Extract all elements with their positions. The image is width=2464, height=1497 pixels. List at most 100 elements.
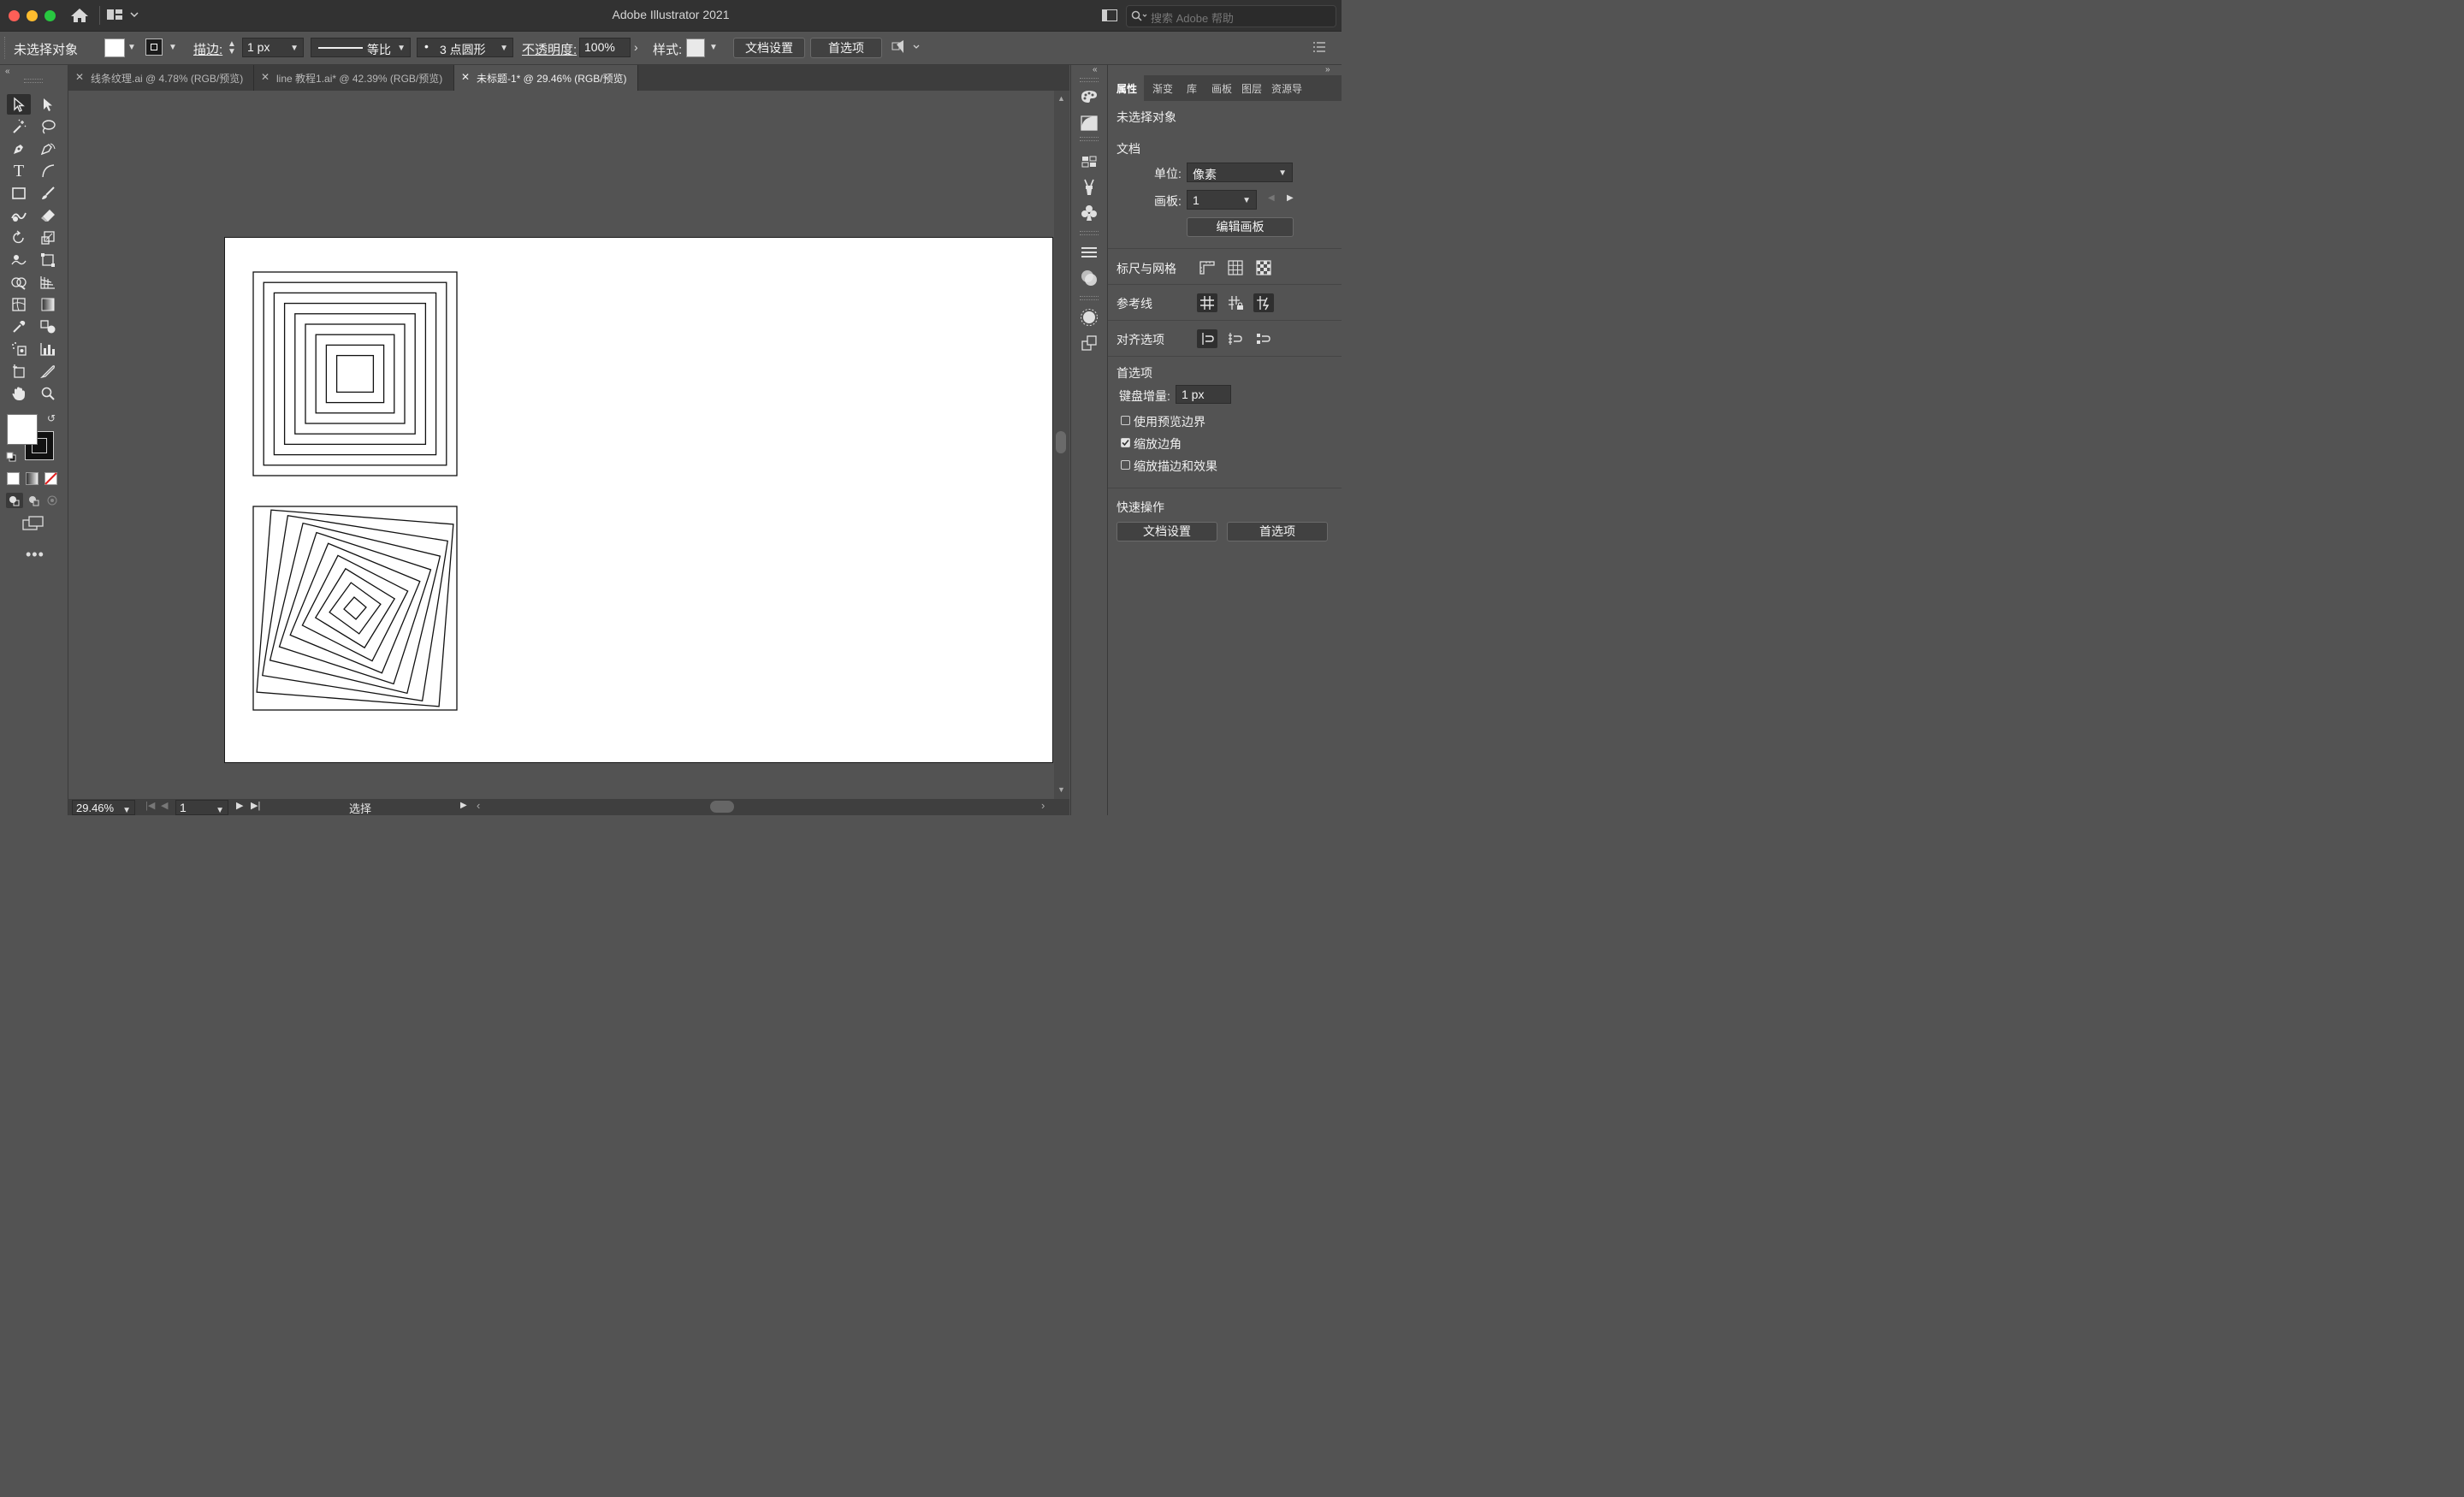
edit-artboards-button[interactable]: 编辑画板 bbox=[1187, 217, 1294, 237]
direct-selection-tool-icon[interactable] bbox=[36, 94, 60, 115]
gradient-tool-icon[interactable] bbox=[36, 294, 60, 315]
slice-tool-icon[interactable] bbox=[36, 361, 60, 382]
eraser-tool-icon[interactable] bbox=[36, 205, 60, 226]
lasso-tool-icon[interactable] bbox=[36, 116, 60, 137]
grip-handle[interactable] bbox=[24, 79, 43, 83]
none-mode-icon[interactable] bbox=[44, 472, 57, 488]
ruler-icon[interactable] bbox=[1197, 258, 1217, 277]
selection-tool-icon[interactable] bbox=[7, 94, 31, 115]
use-preview-bounds-checkbox[interactable] bbox=[1121, 416, 1130, 425]
scroll-left-icon[interactable]: ‹ bbox=[477, 799, 480, 812]
scale-corners-checkbox[interactable] bbox=[1121, 438, 1130, 447]
collapse-panel-icon[interactable]: » bbox=[1325, 65, 1330, 74]
artboard[interactable] bbox=[224, 237, 1053, 763]
chevron-right-icon[interactable]: › bbox=[634, 40, 638, 54]
smart-guides-icon[interactable] bbox=[1253, 293, 1274, 312]
artboard-dropdown[interactable]: 1 ▼ bbox=[1187, 190, 1257, 210]
stroke-label[interactable]: 描边: bbox=[193, 40, 222, 58]
stroke-profile-dropdown[interactable]: 等比 ▼ bbox=[311, 38, 411, 57]
arc-tool-icon[interactable] bbox=[36, 161, 60, 181]
transparency-grid-icon[interactable] bbox=[1253, 258, 1274, 277]
next-artboard-icon[interactable]: ▶ bbox=[1287, 193, 1294, 203]
panel-toggle-icon[interactable] bbox=[1102, 9, 1117, 24]
arrange-icon[interactable] bbox=[891, 39, 922, 57]
opacity-label[interactable]: 不透明度: bbox=[522, 40, 577, 58]
swatches-icon[interactable] bbox=[1080, 154, 1099, 172]
perspective-grid-tool-icon[interactable] bbox=[36, 272, 60, 293]
tab-artboards[interactable]: 画板 bbox=[1211, 81, 1232, 96]
tab-libraries[interactable]: 库 bbox=[1187, 81, 1197, 96]
scale-strokes-effects-checkbox[interactable] bbox=[1121, 460, 1130, 470]
scrollbar-thumb[interactable] bbox=[1056, 431, 1066, 453]
warp-tool-icon[interactable] bbox=[7, 250, 31, 270]
grip-handle[interactable] bbox=[4, 37, 8, 59]
vertical-scrollbar[interactable]: ▲ ▼ bbox=[1054, 91, 1069, 799]
panel-menu-icon[interactable] bbox=[1313, 42, 1325, 55]
artboards-panel-icon[interactable] bbox=[1080, 334, 1099, 355]
column-graph-tool-icon[interactable] bbox=[36, 339, 60, 359]
close-tab-icon[interactable]: ✕ bbox=[261, 71, 270, 83]
shape-builder-tool-icon[interactable] bbox=[7, 272, 31, 293]
scroll-up-icon[interactable]: ▲ bbox=[1057, 94, 1065, 103]
chevron-down-icon[interactable]: ▼ bbox=[127, 43, 136, 52]
paintbrush-tool-icon[interactable] bbox=[36, 183, 60, 204]
artboard-tool-icon[interactable] bbox=[7, 361, 31, 382]
eyedropper-tool-icon[interactable] bbox=[7, 317, 31, 337]
rotated-squares-artwork[interactable] bbox=[252, 506, 458, 711]
draw-behind-icon[interactable] bbox=[26, 493, 43, 511]
snap-to-grid-icon[interactable] bbox=[1225, 329, 1246, 348]
first-artboard-icon[interactable]: |◀ bbox=[145, 800, 155, 811]
chevron-down-icon[interactable]: ▼ bbox=[169, 43, 177, 52]
expand-icon[interactable]: « bbox=[1093, 65, 1098, 74]
color-guide-icon[interactable] bbox=[1080, 115, 1099, 134]
fill-color-swatch[interactable] bbox=[7, 414, 38, 445]
previous-artboard-icon[interactable]: ◀ bbox=[1268, 193, 1275, 203]
swap-colors-icon[interactable]: ↺ bbox=[47, 412, 56, 424]
artboard-number-field[interactable]: 1 ▼ bbox=[175, 800, 228, 815]
fill-swatch[interactable] bbox=[104, 38, 125, 57]
horizontal-scrollbar-thumb[interactable] bbox=[710, 801, 734, 813]
tab-asset-export[interactable]: 资源导 bbox=[1271, 81, 1302, 96]
gradient-mode-icon[interactable] bbox=[26, 472, 38, 485]
help-search-input[interactable]: 搜索 Adobe 帮助 bbox=[1126, 5, 1336, 27]
tab-gradient[interactable]: 渐变 bbox=[1152, 81, 1173, 96]
stroke-stepper[interactable]: ▲ ▼ bbox=[228, 40, 236, 56]
units-dropdown[interactable]: 像素 ▼ bbox=[1187, 163, 1293, 182]
snap-to-point-icon[interactable] bbox=[1253, 329, 1274, 348]
style-swatch[interactable] bbox=[686, 38, 705, 57]
blend-tool-icon[interactable] bbox=[36, 317, 60, 337]
scroll-right-icon[interactable]: › bbox=[1041, 799, 1045, 812]
document-tab-active[interactable]: ✕ 未标题-1* @ 29.46% (RGB/预览) bbox=[454, 65, 638, 91]
color-mode-icon[interactable] bbox=[7, 472, 20, 485]
opacity-field[interactable]: 100% bbox=[579, 38, 631, 57]
lock-guides-icon[interactable] bbox=[1225, 293, 1246, 312]
grid-icon[interactable] bbox=[1225, 258, 1246, 277]
quick-document-setup-button[interactable]: 文档设置 bbox=[1116, 522, 1217, 541]
color-palette-icon[interactable] bbox=[1080, 89, 1099, 107]
rectangle-tool-icon[interactable] bbox=[7, 183, 31, 204]
document-tab[interactable]: ✕ line 教程1.ai* @ 42.39% (RGB/预览) bbox=[254, 65, 454, 91]
scroll-down-icon[interactable]: ▼ bbox=[1057, 785, 1065, 794]
status-menu-icon[interactable]: ▶ bbox=[460, 801, 467, 810]
zoom-tool-icon[interactable] bbox=[36, 383, 60, 404]
tab-properties[interactable]: 属性 bbox=[1116, 81, 1137, 96]
concentric-squares-artwork[interactable] bbox=[252, 271, 458, 476]
transparency-icon[interactable] bbox=[1080, 269, 1099, 290]
draw-normal-icon[interactable] bbox=[6, 493, 23, 508]
type-tool-icon[interactable]: T bbox=[7, 161, 31, 181]
shaper-tool-icon[interactable] bbox=[7, 205, 31, 226]
brushes-icon[interactable] bbox=[1080, 178, 1099, 199]
snap-to-pixel-icon[interactable] bbox=[1197, 329, 1217, 348]
screen-mode-icon[interactable] bbox=[22, 515, 44, 535]
brush-dropdown[interactable]: • 3 点圆形 ▼ bbox=[417, 38, 513, 57]
next-artboard-icon[interactable]: ▶ bbox=[236, 800, 243, 811]
curvature-tool-icon[interactable] bbox=[36, 139, 60, 159]
quick-preferences-button[interactable]: 首选项 bbox=[1227, 522, 1328, 541]
zoom-field[interactable]: 29.46% ▼ bbox=[72, 800, 135, 815]
show-guides-icon[interactable] bbox=[1197, 293, 1217, 312]
preferences-button[interactable]: 首选项 bbox=[810, 38, 882, 58]
magic-wand-tool-icon[interactable] bbox=[7, 116, 31, 137]
stroke-panel-icon[interactable] bbox=[1080, 245, 1099, 263]
default-colors-icon[interactable] bbox=[6, 452, 16, 464]
close-tab-icon[interactable]: ✕ bbox=[75, 71, 84, 83]
